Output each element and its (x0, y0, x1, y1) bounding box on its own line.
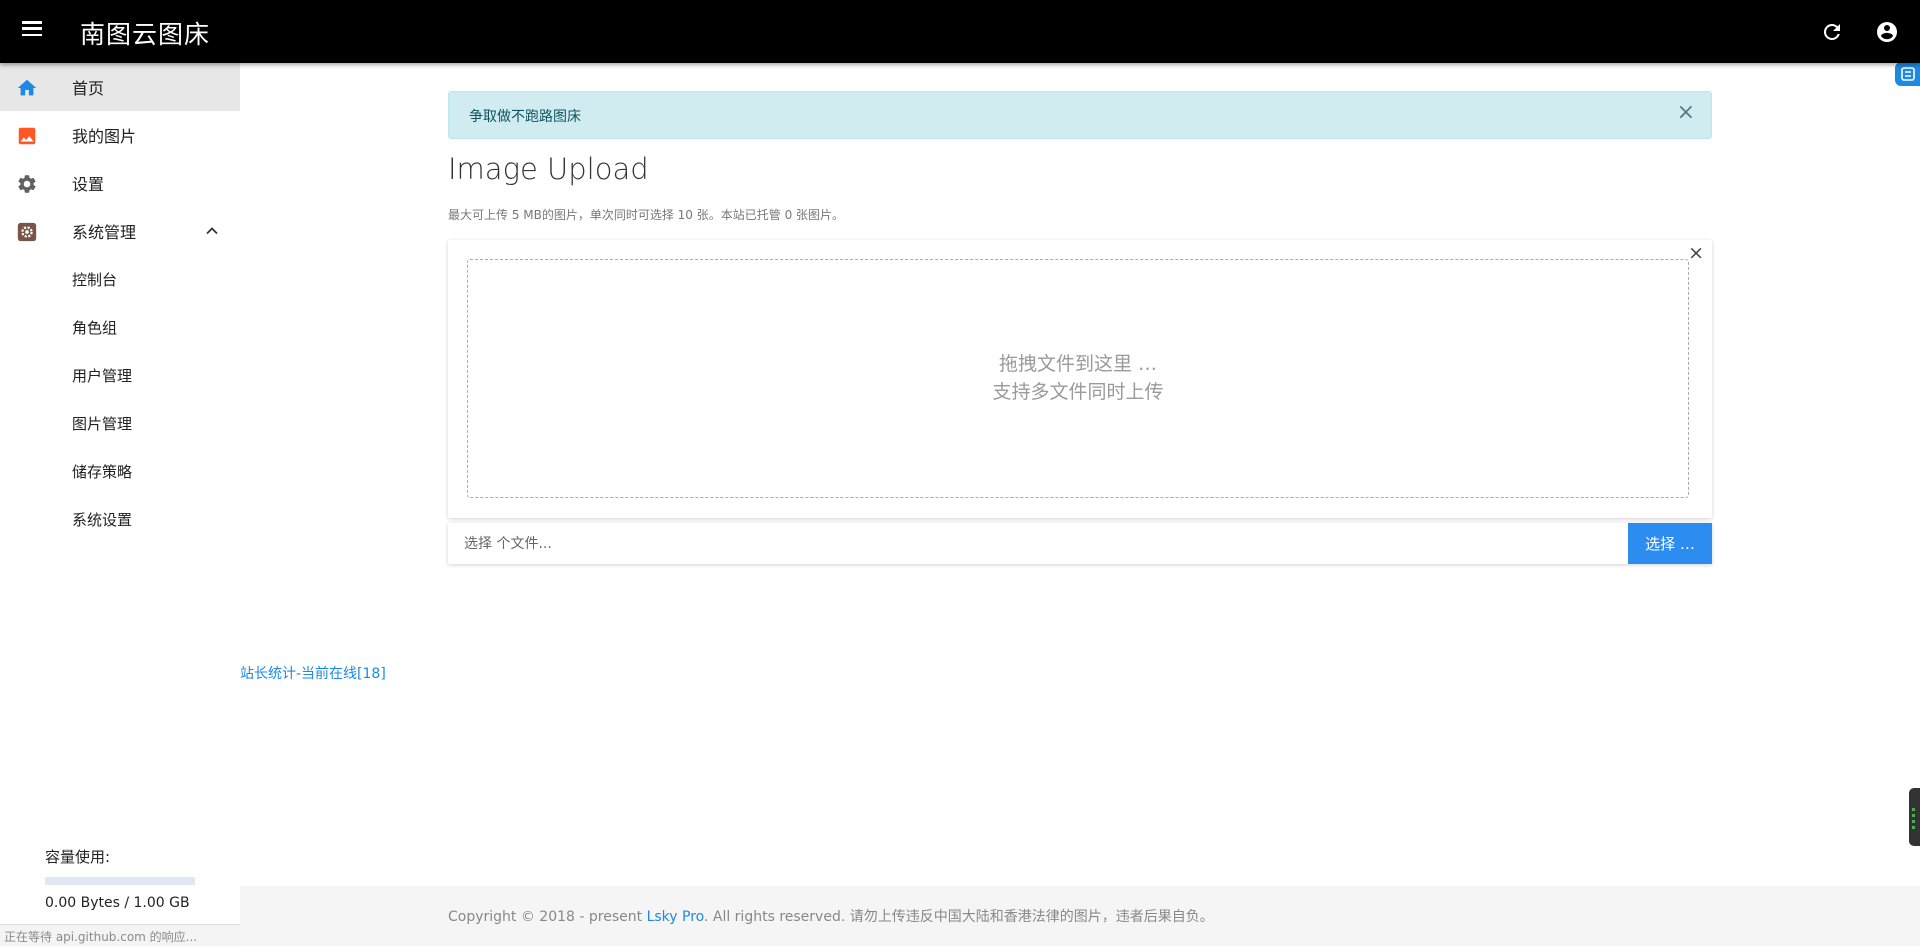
capacity-label: 容量使用: (45, 848, 111, 866)
sidebar: 首页 我的图片 设置 系统管理 控制台 角色组 用户管理 图片管理 储存策略 系… (0, 63, 240, 946)
sidebar-item-home[interactable]: 首页 (0, 63, 240, 111)
sidebar-subitem-roles[interactable]: 角色组 (0, 303, 240, 351)
home-icon (17, 79, 37, 96)
sidebar-subitem-storage[interactable]: 储存策略 (0, 447, 240, 495)
dropzone-hint-line1: 拖拽文件到这里 … (998, 353, 1158, 375)
file-picker-row: 选择 … (448, 523, 1712, 564)
page-title: Image Upload (448, 152, 649, 186)
capacity-value: 0.00 Bytes / 1.00 GB (45, 895, 190, 911)
dropzone-hint: 拖拽文件到这里 … 支持多文件同时上传 (468, 350, 1688, 406)
close-icon[interactable]: × (1688, 242, 1704, 264)
upload-card: × 拖拽文件到这里 … 支持多文件同时上传 (448, 240, 1712, 518)
gear-icon (18, 175, 36, 193)
upload-description: 最大可上传 5 MB的图片，单次同时可选择 10 张。本站已托管 0 张图片。 (448, 208, 845, 222)
sidebar-subitem-system-settings[interactable]: 系统设置 (0, 495, 240, 543)
top-app-bar: 南图云图床 (0, 0, 1920, 63)
capacity-panel: 容量使用: 0.00 Bytes / 1.00 GB (45, 846, 215, 911)
site-stats-link[interactable]: 站长统计-当前在线[18] (240, 663, 386, 683)
side-panel-handle[interactable] (1909, 788, 1920, 846)
sidebar-subitem-users[interactable]: 用户管理 (0, 351, 240, 399)
account-circle-icon[interactable] (1875, 20, 1899, 44)
sidebar-subitem-label: 系统设置 (72, 510, 133, 529)
footer-suffix: . All rights reserved. 请勿上传违反中国大陆和香港法律的图… (703, 909, 1214, 925)
sidebar-item-system-admin[interactable]: 系统管理 (0, 207, 240, 255)
file-caption-input[interactable] (448, 523, 1628, 564)
sidebar-subitem-label: 储存策略 (72, 462, 133, 481)
sidebar-item-label: 系统管理 (72, 223, 137, 242)
translate-icon (1900, 67, 1915, 81)
sidebar-subitem-label: 角色组 (72, 318, 118, 337)
footer-copyright: Copyright © 2018 - present Lsky Pro. All… (448, 906, 1214, 926)
sidebar-subitem-console[interactable]: 控制台 (0, 255, 240, 303)
dropzone-hint-line2: 支持多文件同时上传 (992, 381, 1164, 403)
floating-tool-icon[interactable] (1895, 62, 1920, 86)
admin-settings-icon (17, 222, 37, 242)
footer-brand-link[interactable]: Lsky Pro (647, 909, 704, 925)
sidebar-item-label: 设置 (72, 175, 105, 194)
sidebar-subitem-images[interactable]: 图片管理 (0, 399, 240, 447)
menu-icon[interactable] (20, 18, 44, 44)
refresh-icon[interactable] (1820, 20, 1844, 44)
file-dropzone[interactable]: 拖拽文件到这里 … 支持多文件同时上传 (467, 259, 1689, 498)
sidebar-subitem-label: 用户管理 (72, 366, 133, 385)
choose-file-button[interactable]: 选择 … (1628, 523, 1712, 564)
footer-prefix: Copyright © 2018 - present (448, 909, 647, 925)
capacity-progress-bar (45, 877, 195, 885)
sidebar-item-my-images[interactable]: 我的图片 (0, 111, 240, 159)
sidebar-subitem-label: 图片管理 (72, 414, 133, 433)
sidebar-item-label: 我的图片 (72, 127, 137, 146)
footer: Copyright © 2018 - present Lsky Pro. All… (240, 886, 1920, 946)
app-title[interactable]: 南图云图床 (80, 15, 210, 51)
sidebar-item-label: 首页 (72, 79, 105, 98)
alert-message: 争取做不跑路图床 (469, 109, 581, 125)
image-icon (18, 127, 36, 145)
info-alert: 争取做不跑路图床 × (448, 91, 1712, 139)
sidebar-item-settings[interactable]: 设置 (0, 159, 240, 207)
chevron-up-icon[interactable] (204, 223, 220, 239)
close-icon[interactable]: × (1677, 102, 1695, 124)
sidebar-subitem-label: 控制台 (72, 270, 118, 289)
